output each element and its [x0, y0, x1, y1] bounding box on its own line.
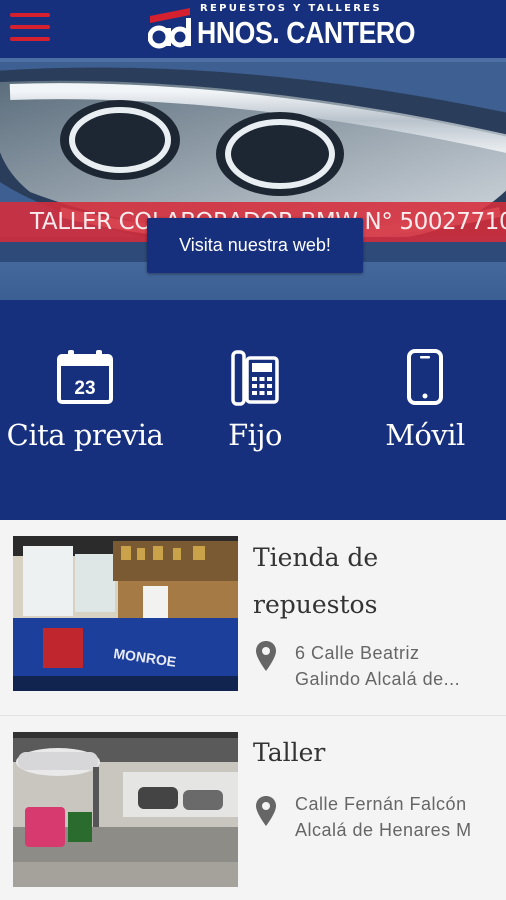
top-bar: REPUESTOS Y TALLERES HNOS. CANTERO	[0, 0, 506, 58]
calendar-day: 23	[74, 378, 95, 399]
landline-label: Fijo	[228, 418, 282, 452]
landline-phone-icon	[231, 350, 279, 406]
mobile-phone-icon	[407, 349, 443, 405]
hero-image: TALLER COLABORADOR BMW N° 50027710 Visit…	[0, 58, 506, 300]
store-title: Tienda de repuestos	[253, 543, 379, 619]
visit-website-button[interactable]: Visita nuestra web!	[147, 218, 363, 273]
appointment-button[interactable]: 23 Cita previa	[0, 348, 170, 452]
location-card-workshop[interactable]: Taller Calle Fernán Falcón Alcalá de Hen…	[0, 717, 506, 900]
location-card-store[interactable]: MONROE Tienda de repuestos 6 Calle Beatr…	[0, 522, 506, 716]
workshop-address-line2: Alcalá de Henares M	[295, 820, 472, 840]
store-photo: MONROE	[13, 536, 238, 691]
logo-name: HNOS. CANTERO	[197, 15, 416, 50]
map-pin-icon	[256, 796, 276, 826]
mobile-label: Móvil	[385, 418, 465, 452]
store-address-line2: Galindo Alcalá de...	[295, 669, 461, 689]
calendar-icon: 23	[57, 350, 113, 404]
contact-options: 23 Cita previa Fijo Móvil	[0, 300, 506, 520]
appointment-label: Cita previa	[6, 418, 164, 452]
workshop-address: Calle Fernán Falcón Alcalá de Henares M	[295, 791, 500, 843]
brand-logo[interactable]: REPUESTOS Y TALLERES HNOS. CANTERO	[148, 2, 416, 56]
ad-logo-mark	[148, 8, 191, 49]
hamburger-menu-icon[interactable]	[10, 13, 50, 43]
workshop-title: Taller	[253, 738, 326, 767]
landline-button[interactable]: Fijo	[200, 348, 310, 452]
map-pin-icon	[256, 641, 276, 671]
logo-tagline: REPUESTOS Y TALLERES	[200, 3, 382, 14]
workshop-photo	[13, 732, 238, 887]
store-address: 6 Calle Beatriz Galindo Alcalá de...	[295, 640, 500, 692]
workshop-address-line1: Calle Fernán Falcón	[295, 794, 467, 814]
store-address-line1: 6 Calle Beatriz	[295, 643, 420, 663]
mobile-button[interactable]: Móvil	[370, 348, 480, 452]
